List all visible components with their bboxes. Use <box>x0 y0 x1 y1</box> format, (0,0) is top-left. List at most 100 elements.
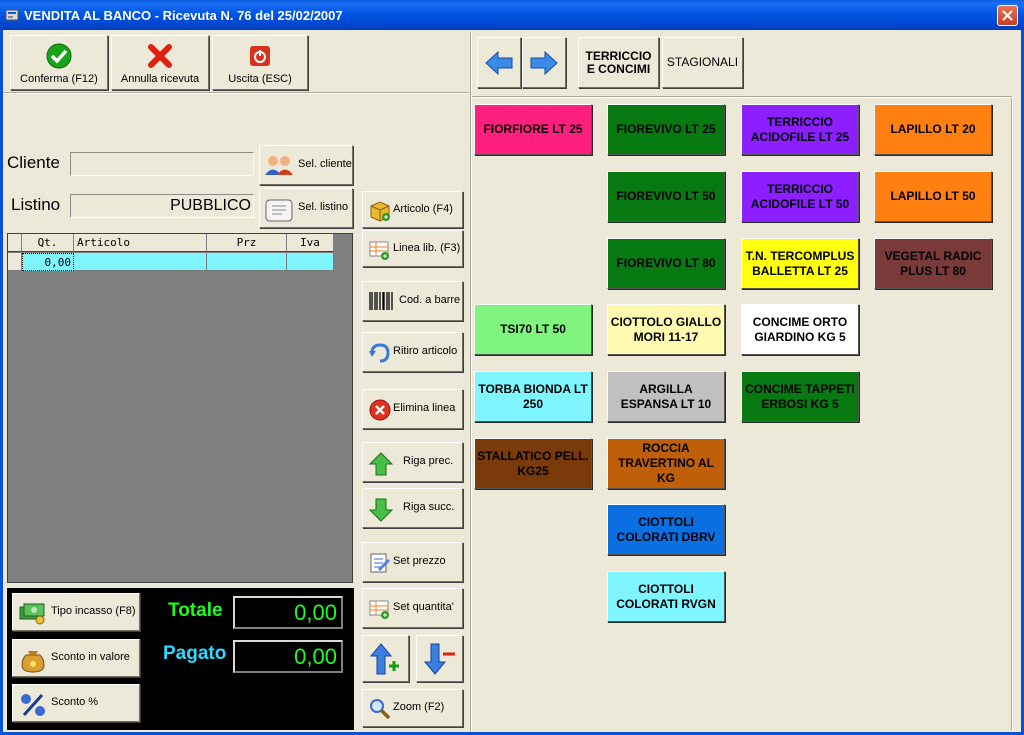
product-button[interactable]: VEGETAL RADIC PLUS LT 80 <box>874 238 992 289</box>
listino-label: Listino <box>11 195 61 214</box>
product-button[interactable]: ARGILLA ESPANSA LT 10 <box>607 371 725 422</box>
category-divider <box>472 96 1012 98</box>
category-stagionali-tab[interactable]: STAGIONALI <box>662 37 743 88</box>
check-icon <box>45 42 73 73</box>
product-button[interactable]: FIOREVIVO LT 50 <box>607 171 725 222</box>
select-pricelist-button[interactable]: Sel. listino <box>259 188 353 228</box>
scroll-icon <box>264 197 294 226</box>
receipt-grid[interactable]: Qt. Articolo Prz Iva 0,00 <box>7 233 353 583</box>
category-next-button[interactable] <box>522 37 566 88</box>
select-customer-label: Sel. cliente <box>298 158 352 170</box>
product-button[interactable]: FIOREVIVO LT 25 <box>607 104 725 155</box>
product-button[interactable]: LAPILLO LT 50 <box>874 171 992 222</box>
exit-button[interactable]: Uscita (ESC) <box>212 35 308 90</box>
product-button[interactable]: CIOTTOLI COLORATI RVGN <box>607 571 725 622</box>
product-button[interactable]: TERRICCIO ACIDOFILE LT 25 <box>741 104 859 155</box>
row-indicator[interactable] <box>8 253 22 271</box>
cliente-field[interactable] <box>70 152 254 176</box>
payment-type-button[interactable]: Tipo incasso (F8) <box>12 593 140 631</box>
exit-label: Uscita (ESC) <box>228 73 292 85</box>
category-terriccio-tab[interactable]: TERRICCIO E CONCIMI <box>578 37 659 88</box>
select-customer-button[interactable]: Sel. cliente <box>259 145 353 185</box>
decrease-quantity-button[interactable] <box>416 635 463 682</box>
barcode-icon <box>368 290 394 315</box>
next-row-button[interactable]: Riga succ. <box>362 488 463 528</box>
undo-icon <box>368 341 392 368</box>
product-button[interactable]: ROCCIA TRAVERTINO AL KG <box>607 438 725 489</box>
product-button[interactable]: CIOTTOLI COLORATI DBRV <box>607 504 725 555</box>
product-button[interactable]: LAPILLO LT 20 <box>874 104 992 155</box>
grid-header-prz[interactable]: Prz <box>207 234 287 252</box>
article-button[interactable]: Articolo (F4) <box>362 191 463 228</box>
power-icon <box>246 42 274 73</box>
set-price-button[interactable]: Set prezzo <box>362 542 463 582</box>
product-button[interactable]: T.N. TERCOMPLUS BALLETTA LT 25 <box>741 238 859 289</box>
select-pricelist-label: Sel. listino <box>298 201 349 213</box>
grid-header-qty[interactable]: Qt. <box>22 234 74 252</box>
cell-qty[interactable]: 0,00 <box>22 253 74 271</box>
set-quantity-label: Set quantita' <box>393 601 454 613</box>
cell-prz[interactable] <box>207 253 287 271</box>
product-button[interactable]: TSI70 LT 50 <box>474 304 592 355</box>
money-bag-icon <box>18 647 48 676</box>
toolbar-divider <box>3 92 469 94</box>
set-quantity-button[interactable]: Set quantita' <box>362 588 463 628</box>
magnifier-icon <box>368 697 392 724</box>
discount-percent-label: Sconto % <box>51 696 99 708</box>
free-line-button[interactable]: Linea lib. (F3) <box>362 230 463 267</box>
cell-iva[interactable] <box>287 253 334 271</box>
previous-row-label: Riga prec. <box>403 455 454 467</box>
close-window-button[interactable] <box>997 5 1018 26</box>
grid-header-indicator <box>8 234 22 252</box>
discount-percent-button[interactable]: Sconto % <box>12 684 140 722</box>
delete-icon <box>368 398 392 425</box>
total-label: Totale <box>168 600 223 621</box>
cell-articolo[interactable] <box>74 253 207 271</box>
zoom-button[interactable]: Zoom (F2) <box>362 689 463 727</box>
grid-header-iva[interactable]: Iva <box>287 234 334 252</box>
product-button[interactable]: TORBA BIONDA LT 250 <box>474 371 592 422</box>
product-button[interactable]: FIOREVIVO LT 80 <box>607 238 725 289</box>
free-line-label: Linea lib. (F3) <box>393 241 461 254</box>
arrow-down-icon <box>368 497 394 526</box>
confirm-button[interactable]: Conferma (F12) <box>10 35 108 90</box>
product-button[interactable]: CONCIME ORTO GIARDINO KG 5 <box>741 304 859 355</box>
delete-line-label: Elimina linea <box>393 402 456 414</box>
money-icon <box>18 601 48 628</box>
paid-value: 0,00 <box>233 640 343 673</box>
total-value: 0,00 <box>233 596 343 629</box>
return-article-button[interactable]: Ritiro articolo <box>362 332 463 372</box>
grid-add-icon <box>368 238 392 265</box>
product-button[interactable]: CIOTTOLO GIALLO MORI 11-17 <box>607 304 725 355</box>
product-button[interactable]: TERRICCIO ACIDOFILE LT 50 <box>741 171 859 222</box>
window-title: VENDITA AL BANCO - Ricevuta N. 76 del 25… <box>24 8 343 23</box>
product-button[interactable]: FIORFIORE LT 25 <box>474 104 592 155</box>
panel-divider <box>470 32 472 732</box>
close-icon <box>1002 10 1013 21</box>
grid-header-articolo[interactable]: Articolo <box>74 234 207 252</box>
arrow-left-icon <box>485 50 513 75</box>
discount-value-label: Sconto in valore <box>51 651 130 663</box>
increase-quantity-button[interactable] <box>362 635 409 682</box>
zoom-label: Zoom (F2) <box>393 701 445 713</box>
category-prev-button[interactable] <box>477 37 521 88</box>
arrow-up-icon <box>368 451 394 480</box>
products-panel-edge <box>1011 98 1013 730</box>
cancel-receipt-button[interactable]: Annulla ricevuta <box>111 35 209 90</box>
cliente-label: Cliente <box>7 153 60 172</box>
barcode-label: Cod. a barre <box>399 294 461 306</box>
price-edit-icon <box>368 551 392 578</box>
delete-line-button[interactable]: Elimina linea <box>362 389 463 429</box>
users-icon <box>264 154 294 179</box>
previous-row-button[interactable]: Riga prec. <box>362 442 463 482</box>
product-button[interactable]: STALLATICO PELL. KG25 <box>474 438 592 489</box>
article-label: Articolo (F4) <box>393 202 453 215</box>
listino-field[interactable]: PUBBLICO <box>70 194 254 218</box>
app-icon <box>5 8 19 22</box>
arrow-up-plus-icon <box>369 642 403 679</box>
discount-value-button[interactable]: Sconto in valore <box>12 639 140 677</box>
product-button[interactable]: CONCIME TAPPETI ERBOSI KG 5 <box>741 371 859 422</box>
box-icon <box>368 199 392 226</box>
barcode-button[interactable]: Cod. a barre <box>362 281 463 321</box>
next-row-label: Riga succ. <box>403 501 455 513</box>
